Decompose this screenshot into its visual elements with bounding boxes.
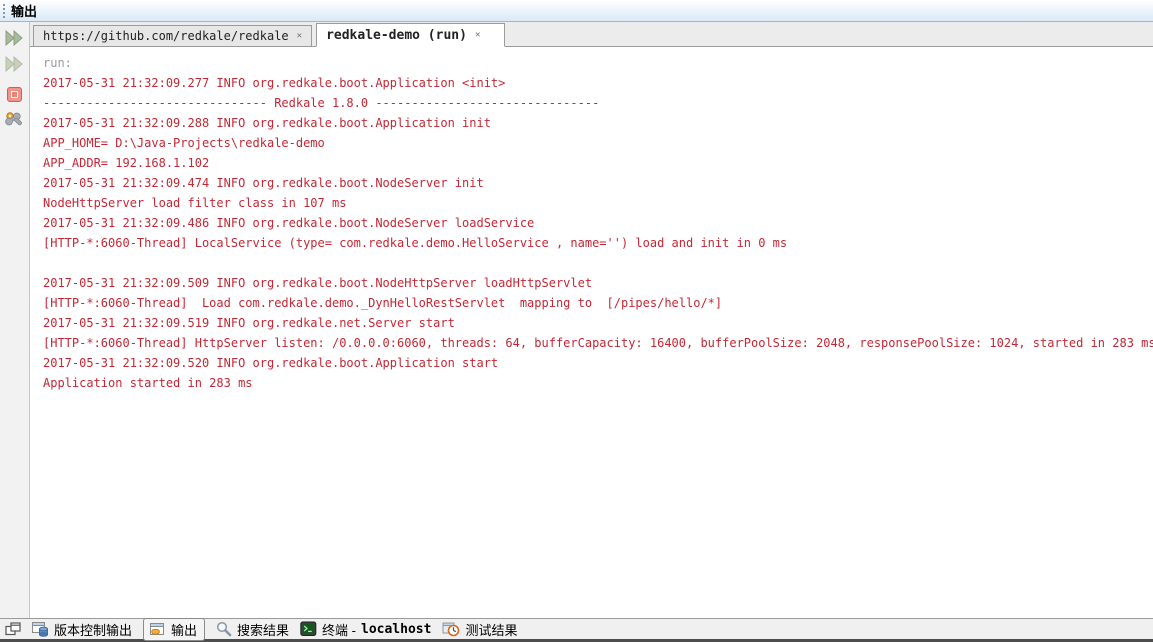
rerun-stopped-button[interactable] [3,53,27,75]
tab-bar: https://github.com/redkale/redkale ✕ red… [30,22,1153,47]
view-terminal-localhost[interactable]: 终端 - localhost [300,620,431,639]
stop-button[interactable] [3,83,27,105]
console-line: Application started in 283 ms [43,373,1153,393]
test-results-label: 测试结果 [465,620,517,639]
status-bar: 版本控制输出 输出 搜索结果 终端 - [0,618,1153,642]
stop-icon [7,87,22,102]
tab-redkale-demo-run[interactable]: redkale-demo (run) ✕ [316,23,505,47]
view-vcs-output[interactable]: 版本控制输出 [32,620,132,639]
output-view-label: 输出 [171,620,197,639]
console-line: ------------------------------- Redkale … [43,93,1153,113]
console-output[interactable]: run:2017-05-31 21:32:09.277 INFO org.red… [30,47,1153,618]
console-line: [HTTP-*:6060-Thread] LocalService (type=… [43,233,1153,253]
vcs-output-icon [32,621,49,637]
search-results-label: 搜索结果 [237,620,289,639]
drag-grip-icon[interactable] [3,4,5,18]
console-line: 2017-05-31 21:32:09.520 INFO org.redkale… [43,353,1153,373]
console-line [43,253,1153,273]
double-arrow-rerun-disabled-icon [4,55,26,73]
terminal-label: 终端 - [322,620,356,639]
tab-label: redkale-demo (run) [326,28,467,43]
tab-label: https://github.com/redkale/redkale [43,29,289,43]
console-line: APP_HOME= D:\Java-Projects\redkale-demo [43,133,1153,153]
output-panel-header: 输出 [0,0,1153,22]
float-window-button[interactable] [5,622,21,636]
tab-github-url[interactable]: https://github.com/redkale/redkale ✕ [33,25,312,46]
panel-title: 输出 [11,1,37,20]
terminal-host-label: localhost [361,622,431,637]
console-line: 2017-05-31 21:32:09.509 INFO org.redkale… [43,273,1153,293]
console-line: run: [43,53,1153,73]
console-line: 2017-05-31 21:32:09.277 INFO org.redkale… [43,73,1153,93]
search-icon [216,621,232,637]
output-view-icon [149,621,166,637]
console-line: [HTTP-*:6060-Thread] HttpServer listen: … [43,333,1153,353]
view-test-results[interactable]: 测试结果 [442,620,517,639]
console-line: [HTTP-*:6060-Thread] Load com.redkale.de… [43,293,1153,313]
double-arrow-rerun-icon [4,29,26,47]
console-line: NodeHttpServer load filter class in 107 … [43,193,1153,213]
view-output-selected[interactable]: 输出 [143,618,205,641]
terminal-icon [300,621,317,637]
close-icon[interactable]: ✕ [475,30,480,40]
close-icon[interactable]: ✕ [297,31,302,41]
console-line: 2017-05-31 21:32:09.519 INFO org.redkale… [43,313,1153,333]
rerun-button[interactable] [3,27,27,49]
view-search-results[interactable]: 搜索结果 [216,620,289,639]
console-line: APP_ADDR= 192.168.1.102 [43,153,1153,173]
console-line: 2017-05-31 21:32:09.486 INFO org.redkale… [43,213,1153,233]
console-action-rail [0,22,30,618]
dock-windows-icon [5,622,21,636]
console-line: 2017-05-31 21:32:09.474 INFO org.redkale… [43,173,1153,193]
console-line: 2017-05-31 21:32:09.288 INFO org.redkale… [43,113,1153,133]
wrench-settings-icon [5,110,25,130]
test-results-icon [442,621,460,637]
settings-button[interactable] [3,109,27,131]
output-window: 输出 [0,0,1153,642]
vcs-output-label: 版本控制输出 [54,620,132,639]
